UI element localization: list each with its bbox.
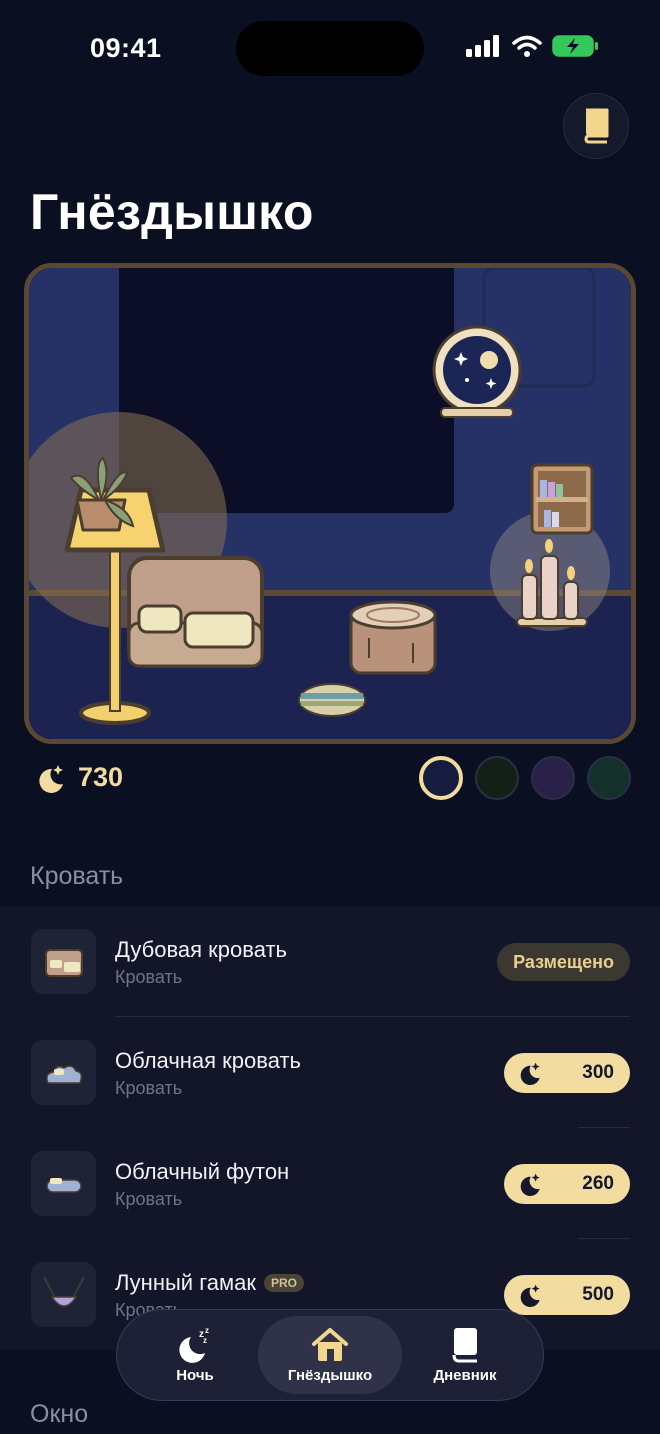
item-category: Кровать (115, 1189, 183, 1209)
page-title: Гнёздышко (30, 184, 314, 240)
book-icon (452, 1327, 477, 1362)
room-scene[interactable] (24, 263, 636, 744)
cloud-bed-thumbnail (31, 1040, 96, 1105)
cloud-futon-thumbnail (31, 1151, 96, 1216)
oak-bed[interactable] (127, 556, 264, 668)
battery-charging-icon (552, 35, 598, 57)
tab-label: Дневник (433, 1366, 497, 1384)
pro-badge: PRO (263, 1274, 304, 1292)
moon-balance: 730 (36, 762, 123, 793)
item-name: Дубовая кровать (115, 937, 287, 962)
status-bar: 09:41 (0, 0, 660, 100)
list-item[interactable]: Облачная кровать Кровать 300 (0, 1017, 660, 1128)
house-icon (312, 1327, 348, 1361)
moon-stars-icon (39, 764, 63, 793)
moon-sleep-icon: z z z (179, 1327, 209, 1363)
signal-icon (466, 35, 499, 57)
swatch-teal[interactable] (587, 756, 631, 800)
bed-items-list: Дубовая кровать Кровать Размещено Облачн… (0, 906, 660, 1350)
oak-bed-thumbnail (31, 929, 96, 994)
buy-button[interactable]: 300 (504, 1053, 630, 1093)
price-value: 300 (582, 1062, 614, 1083)
item-name: Облачная кровать (115, 1048, 302, 1073)
tab-bar: z z z Ночь Гнёздышко Дневник (116, 1309, 544, 1401)
section-title-bed: Кровать (30, 862, 124, 890)
floor-rug[interactable] (298, 683, 366, 717)
tab-journal[interactable]: Дневник (393, 1316, 537, 1394)
tab-nest[interactable]: Гнёздышко (258, 1316, 402, 1394)
moon-hammock-thumbnail (31, 1262, 96, 1327)
swatch-navy[interactable] (419, 756, 463, 800)
item-category: Кровать (115, 1078, 183, 1098)
tab-night[interactable]: z z z Ночь (123, 1316, 267, 1394)
status-icons (466, 34, 600, 58)
moon-stars-icon (520, 1062, 540, 1085)
book-icon (584, 108, 609, 144)
status-time: 09:41 (90, 33, 162, 63)
moon-stars-icon (520, 1173, 540, 1196)
placed-status-button[interactable]: Размещено (497, 943, 630, 981)
swatch-purple[interactable] (531, 756, 575, 800)
svg-text:z: z (203, 1336, 207, 1345)
dynamic-island (236, 21, 424, 76)
price-value: 260 (582, 1173, 614, 1194)
room-color-swatches (419, 756, 631, 800)
stump-table[interactable] (349, 600, 437, 675)
balance-value: 730 (78, 762, 124, 792)
swatch-forest[interactable] (475, 756, 519, 800)
tab-label: Гнёздышко (287, 1366, 373, 1384)
moon-stars-icon (520, 1284, 540, 1307)
price-value: 500 (582, 1284, 614, 1305)
svg-text:z: z (205, 1327, 209, 1335)
buy-button[interactable]: 260 (504, 1164, 630, 1204)
buy-button[interactable]: 500 (504, 1275, 630, 1315)
list-item[interactable]: Облачный футон Кровать 260 (0, 1128, 660, 1239)
item-name: Лунный гамак PRO (115, 1270, 304, 1296)
journal-button[interactable] (563, 93, 629, 159)
section-title-window: Окно (30, 1400, 89, 1428)
tab-label: Ночь (176, 1366, 214, 1384)
wifi-icon (512, 35, 542, 57)
item-category: Кровать (115, 967, 183, 987)
item-name: Облачный футон (115, 1159, 290, 1184)
wall-bookshelf[interactable] (530, 463, 594, 535)
list-item[interactable]: Дубовая кровать Кровать Размещено (0, 906, 660, 1017)
